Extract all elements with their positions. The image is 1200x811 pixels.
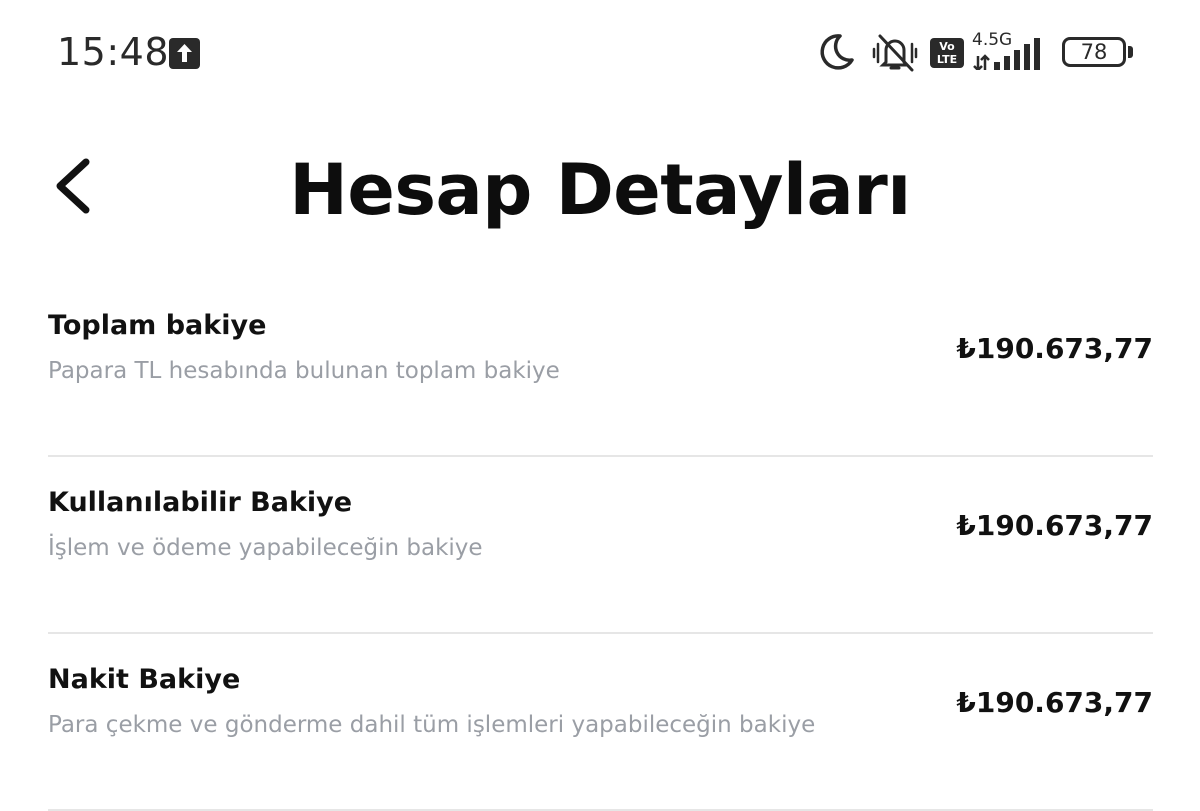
battery-cap: [1128, 46, 1133, 58]
status-time: 15:48: [57, 30, 170, 74]
balance-row-available: Kullanılabilir Bakiye İşlem ve ödeme yap…: [48, 457, 1153, 634]
balance-title: Nakit Bakiye: [48, 664, 241, 695]
balance-amount: ₺190.673,77: [956, 332, 1153, 365]
volte-label-bottom: LTE: [936, 53, 958, 66]
balance-amount: ₺190.673,77: [956, 686, 1153, 719]
balance-title: Kullanılabilir Bakiye: [48, 487, 353, 518]
balance-row-total: Toplam bakiye Papara TL hesabında buluna…: [48, 280, 1153, 457]
balance-amount: ₺190.673,77: [956, 509, 1153, 542]
battery-level: 78: [1080, 40, 1108, 64]
upload-arrow-icon: [169, 38, 200, 69]
mute-icon: [872, 34, 918, 72]
signal-icon: [973, 38, 1040, 70]
balance-description: Papara TL hesabında bulunan toplam bakiy…: [48, 358, 560, 384]
balance-row-cash: Nakit Bakiye Para çekme ve gönderme dahi…: [48, 634, 1153, 811]
balance-description: İşlem ve ödeme yapabileceğin bakiye: [48, 535, 483, 561]
balance-title: Toplam bakiye: [48, 310, 267, 341]
page-title: Hesap Detayları: [289, 149, 911, 231]
volte-label-top: Vo: [939, 40, 955, 53]
moon-icon: [820, 34, 854, 70]
volte-icon: Vo LTE: [930, 38, 964, 68]
balance-description: Para çekme ve gönderme dahil tüm işlemle…: [48, 712, 816, 738]
balance-list: Toplam bakiye Papara TL hesabında buluna…: [48, 280, 1153, 811]
status-bar: 15:48 Vo LTE 4.5G 78: [0, 0, 1200, 108]
